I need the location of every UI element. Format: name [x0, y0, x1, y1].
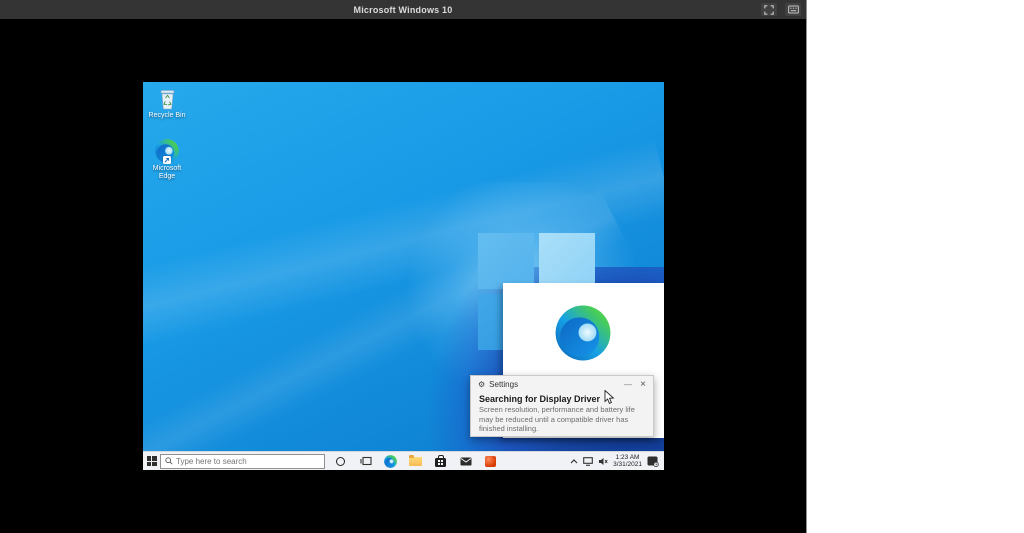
system-tray: 1:23 AM 3/31/2021 — [570, 454, 664, 469]
search-input[interactable] — [176, 456, 316, 466]
desktop-icon-recycle-bin[interactable]: Recycle Bin — [144, 88, 190, 120]
desktop-icon-label: Microsoft Edge — [152, 165, 182, 180]
file-explorer-button[interactable] — [403, 452, 428, 471]
edge-icon — [155, 139, 179, 164]
tray-chevron-icon[interactable] — [570, 458, 578, 464]
tray-time: 1:23 AM — [615, 453, 640, 461]
mail-icon — [460, 457, 472, 466]
vm-guest-screen[interactable]: Recycle Bin Microsoft Edge ⚙ Settings — … — [143, 82, 664, 470]
display-icon[interactable] — [583, 456, 593, 466]
cortana-button[interactable] — [328, 452, 353, 471]
desktop-icon-label: Recycle Bin — [148, 112, 186, 119]
toast-title: Searching for Display Driver — [479, 394, 601, 404]
task-view-button[interactable] — [353, 452, 378, 471]
edge-logo — [555, 305, 611, 361]
action-center-icon[interactable] — [647, 456, 659, 467]
taskbar-app-icons — [328, 452, 503, 471]
vm-titlebar: Microsoft Windows 10 — [0, 0, 806, 19]
edge-taskbar-button[interactable] — [378, 452, 403, 471]
toast-app-name: Settings — [489, 380, 519, 389]
shortcut-badge-icon — [163, 156, 171, 164]
toast-minimize-button[interactable]: — — [624, 380, 632, 389]
toast-header: ⚙ Settings — × — [471, 376, 653, 391]
task-view-icon — [359, 456, 372, 466]
office-button[interactable] — [478, 452, 503, 471]
edge-icon — [384, 455, 397, 468]
vm-controls — [761, 3, 801, 16]
taskbar: 1:23 AM 3/31/2021 — [143, 451, 664, 470]
search-icon — [165, 457, 173, 465]
toast-close-icon[interactable]: × — [640, 379, 646, 389]
store-button[interactable] — [428, 452, 453, 471]
vm-window-title: Microsoft Windows 10 — [353, 4, 453, 15]
windows-start-icon — [146, 456, 157, 466]
tray-date: 3/31/2021 — [613, 461, 642, 468]
start-button[interactable] — [143, 452, 160, 470]
recycle-bin-icon — [158, 88, 177, 110]
office-icon — [485, 455, 496, 467]
fullscreen-button[interactable] — [761, 3, 777, 16]
file-explorer-icon — [409, 454, 422, 466]
store-icon — [435, 454, 446, 467]
volume-icon[interactable] — [598, 457, 608, 466]
mail-button[interactable] — [453, 452, 478, 471]
vm-viewer-window: Microsoft Windows 10 Recycle Bin Microso… — [0, 0, 807, 533]
desktop-icon-microsoft-edge[interactable]: Microsoft Edge — [144, 139, 190, 181]
notification-toast[interactable]: ⚙ Settings — × Searching for Display Dri… — [470, 375, 654, 437]
toast-body: Screen resolution, performance and batte… — [479, 405, 635, 433]
keyboard-button[interactable] — [785, 3, 801, 16]
fullscreen-icon — [764, 4, 774, 15]
tray-clock[interactable]: 1:23 AM 3/31/2021 — [613, 454, 642, 469]
cortana-icon — [336, 456, 345, 466]
taskbar-search-box[interactable] — [160, 453, 325, 469]
keyboard-icon — [787, 5, 799, 14]
settings-gear-icon: ⚙ — [478, 379, 486, 389]
